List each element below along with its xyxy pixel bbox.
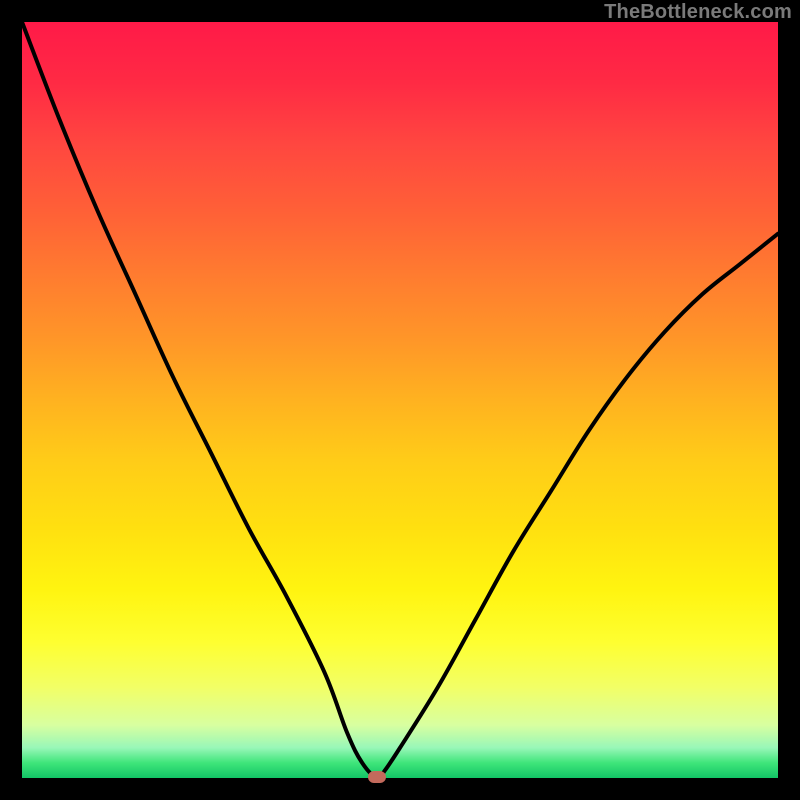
bottleneck-curve	[22, 22, 778, 778]
optimum-marker	[368, 771, 386, 783]
watermark-text: TheBottleneck.com	[604, 1, 792, 24]
chart-frame: TheBottleneck.com	[0, 0, 800, 800]
